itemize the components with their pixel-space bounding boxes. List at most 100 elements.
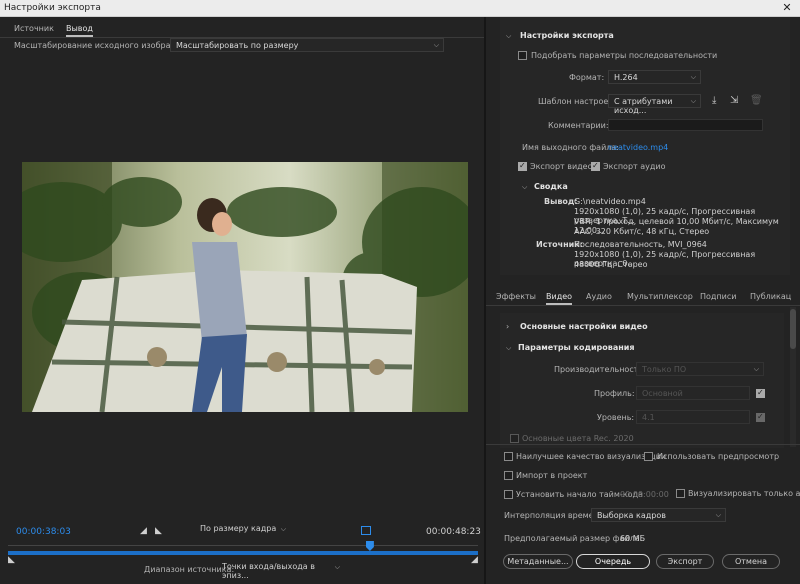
tab-captions[interactable]: Подписи xyxy=(700,292,736,301)
format-label: Формат: xyxy=(569,73,605,82)
format-value: H.264 xyxy=(614,73,638,82)
summary-header[interactable]: Сводка xyxy=(534,182,568,191)
basic-video-header[interactable]: Основные настройки видео xyxy=(520,322,648,331)
performance-value: Только ПО xyxy=(642,365,687,374)
output-name-link[interactable]: neatvideo.mp4 xyxy=(608,143,668,152)
chevron-down-icon: ⌵ xyxy=(334,563,340,571)
scrollbar-thumb[interactable] xyxy=(790,309,796,349)
source-range-label: Диапазон источника: xyxy=(144,565,235,574)
export-settings-panel: ⌵ Настройки экспорта Подобрать параметры… xyxy=(486,17,800,584)
format-select[interactable]: H.264 ⌵ xyxy=(608,70,701,84)
use-previews-label: Использовать предпросмотр xyxy=(657,452,780,461)
source-range-select[interactable]: Точки входа/выхода в эпиз... ⌵ xyxy=(222,562,340,580)
close-icon[interactable]: ✕ xyxy=(780,2,794,14)
chevron-down-icon: ⌵ xyxy=(280,525,286,533)
export-audio-label: Экспорт аудио xyxy=(603,162,666,171)
video-frame-image xyxy=(22,162,468,412)
performance-label: Производительность: xyxy=(554,365,646,374)
queue-button[interactable]: Очередь xyxy=(576,554,650,569)
rec2020-label: Основные цвета Rec. 2020 xyxy=(522,434,634,443)
export-audio-checkbox[interactable] xyxy=(591,161,600,171)
source-range-value: Точки входа/выхода в эпиз... xyxy=(222,562,315,580)
encoding-header[interactable]: Параметры кодирования xyxy=(518,343,635,352)
chevron-down-icon[interactable]: ⌵ xyxy=(522,183,527,192)
level-value: 4.1 xyxy=(642,413,655,422)
export-settings-header[interactable]: Настройки экспорта xyxy=(520,31,614,40)
save-preset-icon[interactable]: ⤓ xyxy=(712,95,716,106)
export-video-checkbox[interactable] xyxy=(518,161,527,171)
tab-output[interactable]: Вывод xyxy=(66,24,93,37)
delete-preset-icon: 🗑 xyxy=(750,95,763,106)
video-preview[interactable] xyxy=(22,162,468,412)
chevron-down-icon: ⌵ xyxy=(433,41,439,49)
summary-source-line: Последовательность, MVI_0964 xyxy=(574,240,707,249)
window-titlebar: Настройки экспорта ✕ xyxy=(0,0,800,17)
tab-source[interactable]: Источник xyxy=(14,24,54,33)
set-in-point-icon[interactable]: ◢ xyxy=(140,526,147,536)
chevron-down-icon: ⌵ xyxy=(690,97,696,105)
tab-audio[interactable]: Аудио xyxy=(586,292,612,301)
export-video-label: Экспорт видео xyxy=(530,162,593,171)
cancel-button[interactable]: Отмена xyxy=(722,554,780,569)
alpha-only-checkbox[interactable] xyxy=(676,489,685,498)
source-panel: Источник Вывод Масштабирование исходного… xyxy=(0,17,484,584)
window-title: Настройки экспорта xyxy=(4,3,101,13)
work-area-bar[interactable] xyxy=(8,551,478,555)
set-out-point-icon[interactable]: ◣ xyxy=(155,526,162,536)
max-render-checkbox[interactable] xyxy=(504,452,513,461)
preset-select[interactable]: С атрибутами исход... ⌵ xyxy=(608,94,701,115)
fit-value: По размеру кадра xyxy=(200,524,277,533)
profile-label: Профиль: xyxy=(594,389,635,398)
panel-divider[interactable] xyxy=(484,17,486,584)
in-point-marker[interactable]: ◣ xyxy=(8,555,15,565)
rec2020-checkbox xyxy=(510,434,519,443)
summary-output-line: G:\neatvideo.mp4 xyxy=(574,197,646,206)
chevron-down-icon: ⌵ xyxy=(715,511,721,519)
tab-video[interactable]: Видео xyxy=(546,292,573,305)
level-label: Уровень: xyxy=(597,413,635,422)
level-select: 4.1 xyxy=(636,410,750,424)
import-project-label: Импорт в проект xyxy=(516,471,588,480)
export-button[interactable]: Экспорт xyxy=(656,554,714,569)
preset-label: Шаблон настроек: xyxy=(538,97,616,106)
timecode-current[interactable]: 00:00:38:03 xyxy=(16,527,71,537)
profile-match-checkbox[interactable] xyxy=(756,388,765,398)
import-preset-icon[interactable]: ⇲ xyxy=(730,95,738,106)
timecode-end: 00:00:48:23 xyxy=(426,527,481,537)
profile-value: Основной xyxy=(642,389,683,398)
alpha-only-label: Визуализировать только альфа-к xyxy=(688,489,800,498)
chevron-down-icon: ⌵ xyxy=(753,365,759,373)
tab-multiplexer[interactable]: Мультиплексор xyxy=(627,292,693,301)
comments-input[interactable] xyxy=(608,119,763,131)
summary-source-line: 48000 Гц, Стерео xyxy=(574,260,648,269)
output-name-label: Имя выходного файла: xyxy=(522,143,619,152)
interp-select[interactable]: Выборка кадров ⌵ xyxy=(591,508,726,522)
chevron-right-icon[interactable]: › xyxy=(506,322,509,331)
match-sequence-checkbox[interactable] xyxy=(518,51,527,60)
metadata-button[interactable]: Метаданные... xyxy=(503,554,573,569)
interp-value: Выборка кадров xyxy=(597,511,666,520)
filesize-value: 60 МБ xyxy=(620,534,646,543)
fit-select[interactable]: По размеру кадра ⌵ xyxy=(200,524,288,537)
summary-output-label: Вывод: xyxy=(544,197,578,206)
summary-output-line: AAC, 320 Кбит/с, 48 кГц, Стерео xyxy=(574,227,710,236)
chevron-down-icon[interactable]: ⌵ xyxy=(506,32,511,41)
performance-select: Только ПО ⌵ xyxy=(636,362,764,376)
import-project-checkbox[interactable] xyxy=(504,471,513,480)
scaling-select[interactable]: Масштабировать по размеру ⌵ xyxy=(170,38,444,52)
aspect-ratio-icon[interactable] xyxy=(361,526,371,535)
chevron-down-icon: ⌵ xyxy=(690,73,696,81)
chevron-down-icon[interactable]: ⌵ xyxy=(506,344,511,353)
out-point-marker[interactable]: ◢ xyxy=(471,555,478,565)
set-timecode-checkbox[interactable] xyxy=(504,490,513,499)
tab-effects[interactable]: Эффекты xyxy=(496,292,536,301)
video-settings-section xyxy=(500,313,784,448)
match-sequence-label: Подобрать параметры последовательности xyxy=(531,51,718,60)
level-match-checkbox xyxy=(756,412,765,422)
use-previews-checkbox[interactable] xyxy=(644,452,653,461)
scaling-value: Масштабировать по размеру xyxy=(176,41,299,50)
tab-publish[interactable]: Публикац xyxy=(750,292,791,301)
divider xyxy=(486,444,800,445)
profile-select: Основной xyxy=(636,386,750,400)
divider xyxy=(486,305,800,306)
